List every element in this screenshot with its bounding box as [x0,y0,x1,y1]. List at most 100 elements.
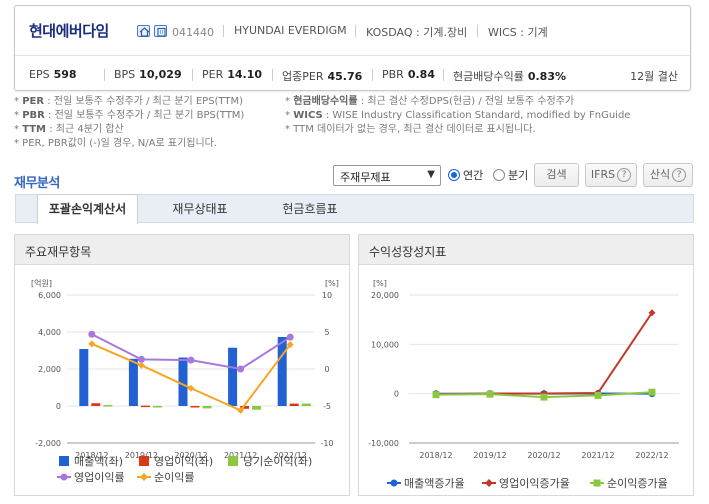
statement-select[interactable]: 주재무제표 ▼ [333,165,441,186]
legend-op-margin-marker [60,473,68,481]
eps-label: EPS [29,68,50,81]
key-financials-panel: 주요재무항목 [억원] [%] 6,000 4,000 2,000 0 -2,000 10 5 0… [14,234,350,496]
pbr-stat: PBR 0.84 [382,68,435,81]
point-op-margin [88,330,96,338]
line-op-margin [91,333,291,371]
bar-op-income [289,403,299,406]
eps-stat: EPS 598 [29,68,77,81]
note-text: : 최근 4분기 합산 [49,124,124,135]
x-tick-label: 2018/12 [419,451,452,460]
bar-revenue [178,357,188,406]
key-financials-title: 주요재무항목 [15,235,349,265]
legend-net-income-label: 당기순이익(좌) [243,455,312,468]
ifrs-button[interactable]: IFRS? [585,163,637,187]
note-key: TTM [22,124,47,135]
point-net-income-growth [486,390,494,398]
point-net-income-growth [648,388,656,396]
note-ttm: * TTM : 최근 4분기 합산 [14,124,124,135]
point-net-income-growth [540,393,548,401]
per-value: 14.10 [227,68,263,81]
y-left-tick-label: 2,000 [38,365,61,374]
y-tick-label: 10,000 [371,340,399,349]
divider [104,69,105,81]
bar-revenue [228,347,238,406]
y-left-tick-label: 6,000 [38,291,61,300]
tab-income-statement[interactable]: 포괄손익계산서 [37,194,138,224]
bar-revenue [79,349,89,406]
help-icon: ? [617,168,632,182]
bps-stat: BPS 10,029 [114,68,182,81]
point-op-margin [237,365,245,373]
notes-left: * PER : 전일 보통주 수정주가 / 최근 분기 EPS(TTM) * P… [14,95,244,151]
note-text: : 최근 결산 수정DPS(현금) / 전일 보통주 수정주가 [360,96,575,107]
help-icon: ? [672,168,687,182]
x-tick-label: 2022/12 [635,451,668,460]
divider [477,25,478,37]
bar-op-income [190,406,200,408]
legend-net-margin-marker [140,473,148,481]
radio-annual[interactable] [448,169,460,181]
building-icon[interactable] [154,25,167,37]
statement-tabs: 포괄손익계산서 재무상태표 현금흐름표 [15,194,694,224]
legend-op-income-growth-label: 영업이익증가율 [499,477,570,490]
x-tick-label: 2021/12 [581,451,614,460]
bar-op-income [140,405,150,408]
key-financials-chart: [억원] [%]6,0004,0002,0000-2,0001050-5-1020… [31,278,339,484]
y-right-tick-label: -10 [320,439,333,448]
sector-per-stat: 업종PER 45.76 [282,68,362,84]
radio-quarter[interactable] [493,169,505,181]
company-name[interactable]: 현대에버다임 [29,20,109,41]
note-pbr: * PBR : 전일 보통주 수정주가 / 최근 분기 BPS(TTM) [14,110,245,121]
y-left-tick-label: 4,000 [38,328,61,337]
bar-net-income [103,405,113,407]
formula-button[interactable]: 산식? [643,163,693,187]
divider [272,69,273,81]
point-net-margin [137,361,145,369]
point-net-margin [187,384,195,392]
note-text: : 전일 보통주 수정주가 / 최근 분기 BPS(TTM) [48,110,245,121]
line-net-margin [91,342,291,412]
y-unit: [%] [373,279,387,288]
note-wics: * WICS : WISE Industry Classification St… [285,110,631,121]
note-key: 현금배당수익률 [293,96,358,107]
note-text: : 전일 보통주 수정주가 / 최근 분기 EPS(TTM) [47,96,244,107]
growth-title: 수익성장성지표 [359,235,693,265]
growth-chart: [%] 20,000 10,000 0 -10,000 2018/12 2019/12 202… [368,279,679,490]
point-op-margin [187,356,195,364]
chevron-down-icon: ▼ [427,169,435,180]
point-net-income-growth [594,391,602,399]
market-sector: KOSDAQ : 기계.장비 [366,26,468,39]
pbr-value: 0.84 [407,68,435,81]
eps-value: 598 [53,68,77,81]
company-stats: EPS 598 BPS 10,029 PER 14.10 업종PER 45.76 PBR… [15,57,690,91]
legend-revenue-label: 매출액(좌) [74,455,123,468]
search-button[interactable]: 검색 [534,163,579,187]
growth-panel: 수익성장성지표 [%] 20,000 10,000 0 -10,000 2018/12 20… [358,234,694,496]
legend-net-margin-label: 순이익률 [154,471,194,484]
notes-right: * 현금배당수익률 : 최근 결산 수정DPS(현금) / 전일 보통주 수정주… [285,95,630,137]
bps-label: BPS [114,68,136,81]
company-info-box: 현대에버다임 041440 HYUNDAI EVERDIGM KOSDAQ : … [14,5,691,91]
note-key: PER [22,96,45,107]
radio-annual-label[interactable]: 연간 [463,167,483,183]
radio-quarter-label[interactable]: 분기 [508,167,528,183]
note-per: * PER : 전일 보통주 수정주가 / 최근 분기 EPS(TTM) [14,96,244,107]
per-stat: PER 14.10 [202,68,262,81]
y-tick-label: 0 [394,390,399,399]
tab-balance-sheet[interactable]: 재무상태표 [150,195,250,223]
x-tick-label: 2019/12 [473,451,506,460]
y-left-unit: [억원] [31,278,52,288]
y-left-tick-label: -2,000 [35,439,61,448]
legend-revenue-growth-label: 매출액증가율 [404,477,465,490]
home-icon[interactable] [137,25,150,37]
tab-cash-flow[interactable]: 현금흐름표 [258,195,362,223]
statement-select-value: 주재무제표 [340,171,391,184]
y-tick-label: -10,000 [368,439,399,448]
y-right-unit: [%] [325,279,339,288]
settlement-month: 12월 결산 [630,70,678,83]
bar-net-income [301,403,311,406]
finance-title: 재무분석 [14,176,60,191]
legend-op-income-label: 영업이익(좌) [154,455,213,468]
bar-net-income [152,406,162,408]
divider [443,69,444,81]
